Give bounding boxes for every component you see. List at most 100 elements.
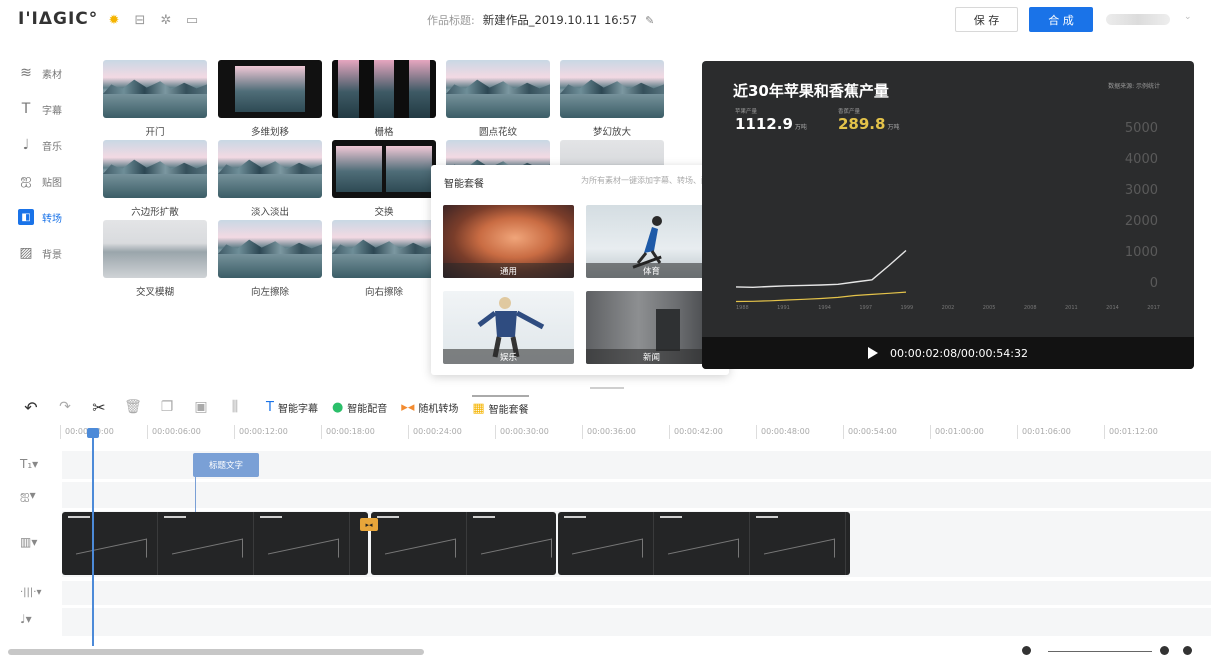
audio-track[interactable]	[62, 581, 1211, 605]
delete-icon[interactable]: 🗑	[116, 395, 150, 419]
zoom-out-icon[interactable]	[1022, 646, 1031, 655]
sidebar-item-label: 字幕	[42, 105, 62, 117]
transition-tile[interactable]: 开门	[103, 60, 207, 138]
playhead[interactable]	[92, 428, 94, 646]
smart-caption-button[interactable]: T 智能字幕	[266, 395, 318, 419]
package-card-news[interactable]: 新闻	[586, 291, 717, 364]
transition-tile[interactable]: 向右擦除	[332, 220, 436, 298]
music-track-icon[interactable]: ♩▾	[20, 612, 50, 626]
x-tick: 2014	[1106, 305, 1119, 311]
transition-label: 梦幻放大	[592, 127, 631, 138]
zoom-handle[interactable]	[1160, 646, 1169, 655]
package-icon: ▦	[472, 400, 485, 416]
user-account[interactable]	[1106, 14, 1170, 25]
paste-icon[interactable]: ▣	[184, 395, 218, 419]
smart-package-button[interactable]: ▦ 智能套餐	[472, 395, 529, 419]
package-card-general[interactable]: 通用	[443, 205, 574, 278]
package-label: 体育	[586, 263, 717, 278]
sidebar-item-music[interactable]: ♩ 音乐	[18, 134, 88, 156]
split-icon[interactable]: ⫼	[218, 395, 252, 419]
transition-tile[interactable]: 栅格	[332, 60, 436, 138]
popup-description: 为所有素材一键添加字幕、转场、配乐	[581, 176, 717, 185]
random-transition-button[interactable]: ▸◂ 随机转场	[401, 395, 458, 419]
timeline-ruler[interactable]: 00:00:00:00 00:00:06:00 00:00:12:00 00:0…	[60, 425, 1211, 439]
sidebar-item-transition[interactable]: ◧ 转场	[18, 206, 88, 228]
caption-clip[interactable]: 标题文字	[193, 453, 259, 477]
compose-button[interactable]: 合 成	[1029, 7, 1093, 32]
line-chart	[736, 249, 907, 303]
timeline-scrollbar[interactable]	[8, 649, 424, 655]
kpi-label: 苹果产量	[735, 109, 758, 115]
video-track-icon[interactable]: ▥▾	[20, 535, 50, 549]
ruler-tick: 00:01:06:00	[1017, 425, 1104, 439]
video-clip[interactable]	[371, 512, 556, 575]
zoom-in-icon[interactable]	[1183, 646, 1192, 655]
sidebar-item-material[interactable]: ≋ 素材	[18, 62, 88, 84]
ruler-tick: 00:01:00:00	[930, 425, 1017, 439]
y-axis-ticks: 5000 4000 3000 2000 1000 0	[1125, 121, 1158, 291]
y-tick: 0	[1149, 276, 1158, 291]
screen-icon[interactable]: ▭	[182, 10, 202, 30]
transition-tile[interactable]: 梦幻放大	[560, 60, 664, 138]
package-card-entertainment[interactable]: 娱乐	[443, 291, 574, 364]
sidebar-item-sticker[interactable]: ஐ 贴图	[18, 170, 88, 192]
smart-caption-label: 智能字幕	[277, 403, 318, 415]
clip-frame	[254, 512, 350, 575]
play-icon[interactable]	[868, 347, 879, 359]
video-clip[interactable]	[62, 512, 368, 575]
series-line-0	[736, 249, 907, 289]
title-value[interactable]: 新建作品_2019.10.11 16:57	[483, 12, 637, 28]
kpi-unit: 万吨	[887, 124, 900, 131]
chevron-down-icon[interactable]: ⌄	[1184, 12, 1192, 22]
sidebar-item-caption[interactable]: T 字幕	[18, 98, 88, 120]
transition-tile[interactable]: 六边形扩散	[103, 140, 207, 218]
music-track[interactable]	[62, 608, 1211, 636]
settings-icon[interactable]: ✲	[156, 10, 176, 30]
panel-resize-handle[interactable]	[590, 387, 624, 389]
transition-thumbnail	[103, 140, 207, 198]
ruler-tick: 00:00:48:00	[756, 425, 843, 439]
package-card-sport[interactable]: 体育	[586, 205, 717, 278]
clip-frame	[654, 512, 750, 575]
transition-tile[interactable]: 向左擦除	[218, 220, 322, 298]
sidebar-item-label: 转场	[42, 213, 62, 225]
x-tick: 2005	[982, 305, 996, 311]
lightbulb-icon[interactable]: ✹	[104, 10, 124, 30]
audio-wave-track-icon[interactable]: ·|||·▾	[20, 587, 50, 598]
redo-icon[interactable]: ↷	[48, 395, 82, 419]
undo-icon[interactable]: ↶	[14, 395, 48, 419]
cut-icon[interactable]: ✂	[82, 395, 116, 419]
playhead-handle[interactable]	[87, 428, 99, 438]
sticker-track[interactable]	[62, 482, 1211, 508]
clip-frame	[750, 512, 846, 575]
sidebar-item-background[interactable]: ▨ 背景	[18, 242, 88, 264]
transition-label: 向右擦除	[364, 287, 403, 298]
kpi-label: 香蕉产量	[838, 109, 861, 115]
copy-icon[interactable]: ❐	[150, 395, 184, 419]
ruler-tick: 00:00:36:00	[582, 425, 669, 439]
zoom-slider[interactable]	[1048, 651, 1152, 652]
clip-frame	[371, 512, 467, 575]
edit-icon[interactable]: ✎	[645, 14, 654, 27]
x-tick: 1988	[736, 305, 749, 311]
video-clip[interactable]	[558, 512, 850, 575]
package-label: 娱乐	[443, 349, 574, 364]
video-preview[interactable]: 近30年苹果和香蕉产量 数据来源: 示例统计 苹果产量 1112.9 万吨 香蕉产…	[702, 61, 1194, 369]
transition-tile[interactable]: 淡入淡出	[218, 140, 322, 218]
caption-track-icon[interactable]: T₁▾	[20, 457, 50, 471]
transition-tile[interactable]: 交换	[332, 140, 436, 218]
transition-tile[interactable]: 交叉模糊	[103, 220, 207, 298]
template-icon[interactable]: ⊟	[130, 10, 150, 30]
x-tick: 1994	[818, 305, 831, 311]
transition-tile[interactable]: 多维划移	[218, 60, 322, 138]
smart-dub-button[interactable]: ● 智能配音	[332, 395, 387, 419]
ruler-tick: 00:00:00:00	[60, 425, 147, 439]
y-tick: 5000	[1124, 121, 1158, 136]
save-button[interactable]: 保 存	[955, 7, 1018, 32]
transition-tile[interactable]: 圆点花纹	[446, 60, 550, 138]
sticker-track-icon[interactable]: ஐ▾	[20, 488, 50, 504]
transition-thumbnail	[103, 220, 207, 278]
transition-marker-icon[interactable]: ▸◂	[360, 518, 378, 531]
sidebar-item-label: 音乐	[42, 141, 62, 153]
smart-dub-label: 智能配音	[347, 403, 388, 415]
